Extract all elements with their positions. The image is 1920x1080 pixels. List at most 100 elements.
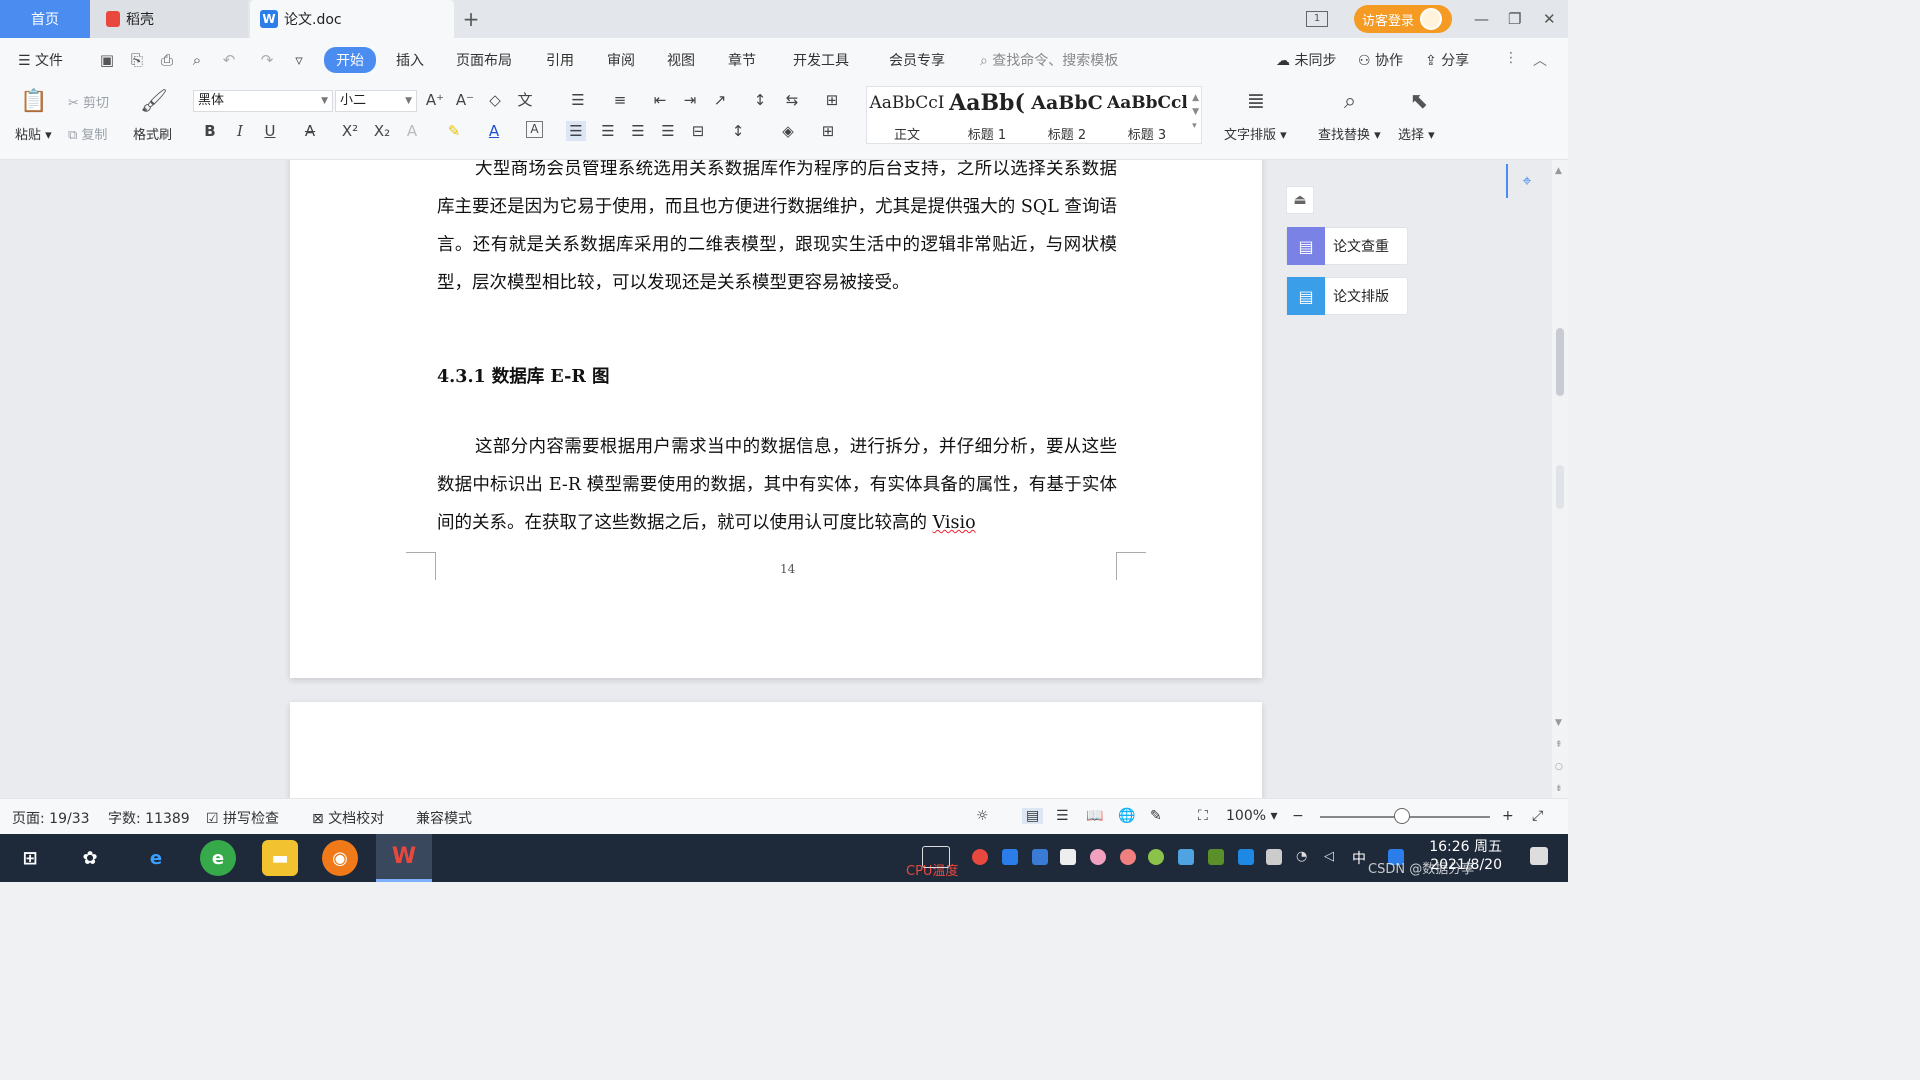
text-layout-button[interactable]: 文字排版 ▾	[1224, 124, 1287, 143]
file-explorer-icon[interactable]: ▬	[262, 840, 298, 876]
text-effect-icon[interactable]: A	[402, 121, 422, 141]
increase-indent-icon[interactable]: ⇥	[680, 90, 700, 110]
tab-home[interactable]: 首页	[0, 0, 90, 38]
zoom-slider-handle[interactable]	[1394, 808, 1410, 824]
paste-button[interactable]: 粘贴 ▾	[15, 124, 52, 143]
align-left-icon[interactable]: ☰	[566, 121, 586, 141]
nvidia-icon[interactable]	[1208, 849, 1224, 865]
proofread-button[interactable]: ⊠ 文档校对	[312, 808, 384, 828]
text-direction-icon[interactable]: ↗	[710, 90, 730, 110]
tray-app-icon[interactable]	[1090, 849, 1106, 865]
decrease-indent-icon[interactable]: ⇤	[650, 90, 670, 110]
tray-app-icon[interactable]	[1178, 849, 1194, 865]
zoom-in-icon[interactable]: +	[1502, 808, 1514, 824]
qq-icon[interactable]	[1120, 849, 1136, 865]
font-family-select[interactable]: 黑体 ▼	[193, 90, 333, 112]
page-nav-icon[interactable]: ▼ ⇞ ○ ⇟	[1555, 712, 1563, 800]
menu-tab-reference[interactable]: 引用	[546, 50, 574, 70]
new-tab-button[interactable]: +	[460, 0, 482, 38]
line-spacing-icon[interactable]: ↕	[728, 121, 748, 141]
increase-font-icon[interactable]: A⁺	[425, 90, 445, 110]
cpu-monitor-icon[interactable]	[922, 846, 950, 868]
paragraph-2[interactable]: 这部分内容需要根据用户需求当中的数据信息，进行拆分，并仔细分析，要从这些数据中标…	[437, 428, 1117, 542]
browser-green-icon[interactable]: e	[200, 840, 236, 876]
vertical-scrollbar[interactable]: ▲ ▼ ⇞ ○ ⇟	[1552, 160, 1568, 798]
cut-button[interactable]: ✂ 剪切	[68, 92, 109, 111]
paper-layout-button[interactable]: ▤ 论文排版	[1286, 277, 1408, 315]
phonetic-icon[interactable]: 文	[515, 90, 535, 110]
subscript-icon[interactable]: X₂	[372, 121, 392, 141]
eye-protection-icon[interactable]: ☼	[976, 808, 989, 824]
restore-button[interactable]: ❐	[1508, 0, 1521, 38]
ninja-app-icon[interactable]: ◉	[322, 840, 358, 876]
menu-tab-start[interactable]: 开始	[324, 47, 376, 73]
print-preview-icon[interactable]: ⌕	[188, 51, 206, 69]
copy-button[interactable]: ⧉ 复制	[68, 124, 107, 143]
wps-taskbar-icon[interactable]: W	[376, 834, 432, 882]
sync-button[interactable]: ☁ 未同步	[1276, 50, 1336, 70]
char-border-icon[interactable]: A	[526, 121, 543, 138]
tab-document[interactable]: W 论文.doc	[250, 0, 454, 38]
misspelled-word[interactable]: Visio	[933, 513, 976, 533]
undo-icon[interactable]: ↶	[220, 51, 238, 69]
menu-tab-member[interactable]: 会员专享	[889, 50, 945, 70]
windows-start-icon[interactable]: ⊞	[12, 840, 48, 876]
minimize-button[interactable]: —	[1474, 0, 1489, 38]
close-button[interactable]: ✕	[1543, 0, 1556, 38]
wifi-icon[interactable]: ◔	[1296, 849, 1312, 865]
highlight-icon[interactable]: ✎	[444, 121, 464, 141]
paragraph-icon[interactable]: ⇆	[782, 90, 802, 110]
numbered-list-icon[interactable]: ≡	[610, 90, 630, 110]
fit-page-icon[interactable]: ⛶	[1198, 808, 1208, 824]
menu-tab-insert[interactable]: 插入	[396, 50, 424, 70]
cursor-icon[interactable]: ⬉	[1405, 88, 1433, 116]
fan-app-icon[interactable]: ✿	[72, 840, 108, 876]
font-size-select[interactable]: 小二 ▼	[335, 90, 417, 112]
style-normal[interactable]: AaBbCcI 正文	[867, 87, 947, 143]
more-icon[interactable]: ⋮	[1504, 50, 1518, 66]
tray-app-icon[interactable]	[1002, 849, 1018, 865]
section-heading[interactable]: 4.3.1 数据库 E-R 图	[437, 363, 609, 388]
ime-indicator[interactable]: 中	[1352, 848, 1366, 868]
battery-icon[interactable]	[1266, 849, 1282, 865]
align-right-icon[interactable]: ☰	[628, 121, 648, 141]
shading-icon[interactable]: ◈	[778, 121, 798, 141]
select-button[interactable]: 选择 ▾	[1398, 124, 1435, 143]
fullscreen-icon[interactable]: ⤢	[1532, 808, 1543, 824]
clear-format-icon[interactable]: ◇	[485, 90, 505, 110]
visitor-login-button[interactable]: 访客登录	[1354, 5, 1452, 33]
notification-icon[interactable]	[1530, 847, 1548, 865]
zoom-select[interactable]: 100% ▾	[1226, 808, 1278, 824]
spell-check-button[interactable]: ☑ 拼写检查	[206, 808, 279, 828]
panel-collapse-button[interactable]: ⏏	[1286, 186, 1314, 214]
document-page[interactable]: 大型商场会员管理系统选用关系数据库作为程序的后台支持，之所以选择关系数据库主要还…	[290, 160, 1262, 678]
scroll-thumb-secondary[interactable]	[1556, 465, 1564, 509]
collab-button[interactable]: ⚇ 协作	[1358, 50, 1403, 70]
bold-icon[interactable]: B	[200, 121, 220, 141]
scroll-up-icon[interactable]: ▲	[1555, 166, 1562, 176]
print-icon[interactable]: ⎙	[158, 51, 176, 69]
paper-check-button[interactable]: ▤ 论文查重	[1286, 227, 1408, 265]
outline-view-icon[interactable]: ☰	[1056, 808, 1069, 824]
sort-icon[interactable]: ↕	[750, 90, 770, 110]
redo-icon[interactable]: ↷	[258, 51, 276, 69]
tab-daoke[interactable]: 稻壳	[90, 0, 248, 38]
menu-tab-page-layout[interactable]: 页面布局	[456, 50, 512, 70]
menu-tab-developer[interactable]: 开发工具	[793, 50, 849, 70]
decrease-font-icon[interactable]: A⁻	[455, 90, 475, 110]
save-icon[interactable]: ▣	[98, 51, 116, 69]
justify-icon[interactable]: ☰	[658, 121, 678, 141]
border-icon[interactable]: ⊞	[818, 121, 838, 141]
export-icon[interactable]: ⎘	[128, 51, 146, 69]
write-mode-icon[interactable]: ✎	[1150, 808, 1162, 824]
customize-icon[interactable]: ▿	[290, 51, 308, 69]
align-center-icon[interactable]: ☰	[598, 121, 618, 141]
menu-tab-review[interactable]: 审阅	[607, 50, 635, 70]
tray-app-icon[interactable]	[1148, 849, 1164, 865]
find-replace-button[interactable]: 查找替换 ▾	[1318, 124, 1381, 143]
bell-icon[interactable]	[1060, 849, 1076, 865]
style-heading-3[interactable]: AaBbCcl 标题 3	[1107, 87, 1187, 143]
strikethrough-icon[interactable]: A	[300, 121, 320, 141]
tray-app-icon[interactable]	[972, 849, 988, 865]
page-view-icon[interactable]: ▤	[1022, 808, 1044, 824]
